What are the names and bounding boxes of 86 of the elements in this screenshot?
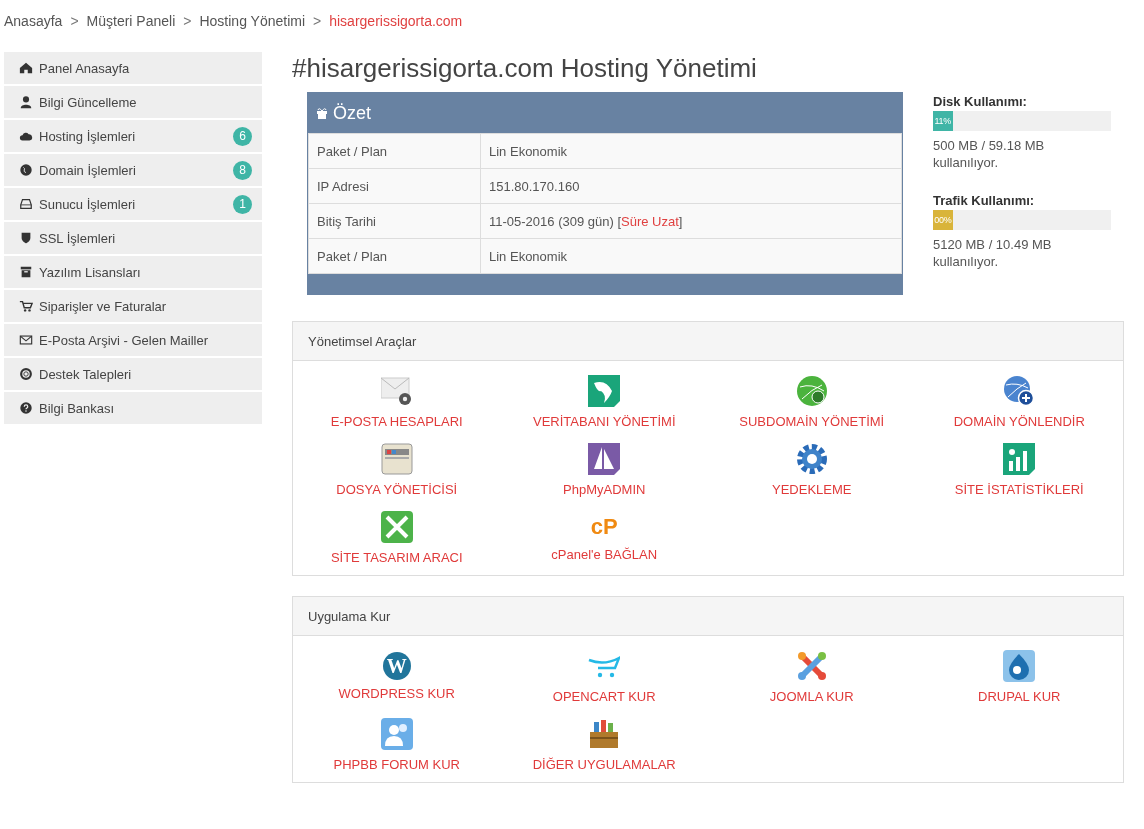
table-cell: IP Adresi bbox=[308, 168, 481, 204]
gift-icon bbox=[316, 107, 328, 119]
table-cell: 151.80.170.160 bbox=[480, 168, 902, 204]
table-cell: Paket / Plan bbox=[308, 133, 481, 169]
summary-title: Özet bbox=[333, 102, 371, 124]
count-badge: 8 bbox=[233, 160, 252, 180]
drive-icon bbox=[19, 197, 33, 211]
help-icon bbox=[19, 401, 33, 415]
cpanel-logo-icon[interactable]: cP bbox=[588, 511, 621, 543]
tool-link[interactable]: WORDPRESS KUR bbox=[338, 686, 455, 701]
sidebar-item-label: Panel Anasayfa bbox=[39, 60, 131, 76]
archive-icon bbox=[19, 265, 33, 279]
breadcrumb-link[interactable]: Hosting Yönetimi bbox=[199, 13, 306, 32]
tool-link[interactable]: DRUPAL KUR bbox=[978, 689, 1061, 704]
tool-link[interactable]: VERİTABANI YÖNETİMİ bbox=[532, 414, 676, 429]
file-cabinet-icon[interactable] bbox=[380, 443, 413, 478]
tool-link[interactable]: cPanel'e BAĞLAN bbox=[551, 547, 658, 562]
table-cell: Lin Ekonomik bbox=[480, 238, 902, 274]
tool-link[interactable]: PhpMyADMIN bbox=[563, 482, 646, 497]
sidebar-item[interactable]: Domain İşlemleri 8 bbox=[4, 154, 262, 186]
sidebar-item[interactable]: SSL İşlemleri bbox=[4, 222, 262, 254]
sidebar-item-label: Bilgi Bankası bbox=[39, 400, 116, 416]
sidebar-item-label: Yazılım Lisansları bbox=[39, 264, 142, 280]
count-badge: 6 bbox=[233, 126, 252, 146]
table-cell: Paket / Plan bbox=[308, 238, 481, 274]
breadcrumb-separator: > bbox=[70, 13, 79, 31]
breadcrumb-link[interactable]: Müşteri Paneli bbox=[86, 13, 176, 32]
sidebar-item-label: E-Posta Arşivi - Gelen Mailler bbox=[39, 332, 210, 348]
cart-icon bbox=[19, 299, 33, 313]
count-badge: 1 bbox=[233, 194, 252, 214]
tool-link[interactable]: SİTE İSTATİSTİKLERİ bbox=[954, 482, 1084, 497]
user-icon bbox=[19, 95, 33, 109]
extend-link[interactable]: Süre Uzat bbox=[621, 213, 679, 229]
table-cell: 11-05-2016 (309 gün) [Süre Uzat] bbox=[480, 203, 902, 239]
usage-detail: 500 MB / 59.18 MB kullanılıyor. bbox=[933, 137, 1046, 171]
sidebar-item[interactable]: Bilgi Güncelleme bbox=[4, 86, 262, 118]
tool-link[interactable]: PHPBB FORUM KUR bbox=[333, 757, 460, 772]
sidebar-item-label: Siparişler ve Faturalar bbox=[39, 298, 168, 314]
sidebar-item[interactable]: E-Posta Arşivi - Gelen Mailler bbox=[4, 324, 262, 356]
breadcrumb-link[interactable]: hisargerissigorta.com bbox=[329, 13, 463, 32]
lifebuoy-icon bbox=[19, 367, 33, 381]
tool-link[interactable]: JOOMLA KUR bbox=[769, 689, 854, 704]
breadcrumb-separator: > bbox=[313, 13, 322, 31]
tool-link[interactable]: DOMAİN YÖNLENDİR bbox=[953, 414, 1085, 429]
wordpress-logo-icon[interactable]: W bbox=[382, 650, 411, 682]
progress-fill: 00% bbox=[933, 210, 953, 230]
usage-title: Trafik Kullanımı: bbox=[933, 193, 1036, 208]
sidebar-item-label: Hosting İşlemleri bbox=[39, 128, 137, 144]
tool-link[interactable]: DOSYA YÖNETİCİSİ bbox=[336, 482, 458, 497]
sidebar-item-label: SSL İşlemleri bbox=[39, 230, 117, 246]
breadcrumb-separator: > bbox=[183, 13, 192, 31]
sidebar-item[interactable]: Siparişler ve Faturalar bbox=[4, 290, 262, 322]
sidebar-item[interactable]: Sunucu İşlemleri 1 bbox=[4, 188, 262, 220]
breadcrumb-link[interactable]: Anasayfa bbox=[4, 13, 63, 32]
sidebar-item-label: Sunucu İşlemleri bbox=[39, 196, 137, 212]
usage-detail: 5120 MB / 10.49 MB kullanılıyor. bbox=[933, 236, 1053, 270]
water-drop-icon[interactable] bbox=[1003, 650, 1036, 685]
table-cell: Lin Ekonomik bbox=[480, 133, 902, 169]
sidebar-item[interactable]: Yazılım Lisansları bbox=[4, 256, 262, 288]
pencil-ruler-icon[interactable] bbox=[380, 511, 413, 546]
dolphin-icon[interactable] bbox=[588, 375, 621, 410]
tool-link[interactable]: SUBDOMAİN YÖNETİMİ bbox=[739, 414, 885, 429]
sidebar-item-label: Domain İşlemleri bbox=[39, 162, 137, 178]
sidebar-item[interactable]: Destek Talepleri bbox=[4, 358, 262, 390]
table-cell: Bitiş Tarihi bbox=[308, 203, 481, 239]
sidebar-item[interactable]: Bilgi Bankası bbox=[4, 392, 262, 424]
tool-link[interactable]: OPENCART KUR bbox=[552, 689, 656, 704]
tool-link[interactable]: DİĞER UYGULAMALAR bbox=[532, 757, 676, 772]
shield-icon bbox=[19, 231, 33, 245]
tool-link[interactable]: E-POSTA HESAPLARI bbox=[330, 414, 463, 429]
sidebar-item-label: Bilgi Güncelleme bbox=[39, 94, 138, 110]
tool-link[interactable]: SİTE TASARIM ARACI bbox=[330, 550, 463, 565]
tool-link[interactable]: YEDEKLEME bbox=[772, 482, 852, 497]
globe-icon bbox=[19, 163, 33, 177]
panel-header: Uygulama Kur bbox=[293, 597, 1123, 636]
progress-fill: 11% bbox=[933, 111, 953, 131]
page-title: #hisargerissigorta.com Hosting Yönetimi bbox=[292, 52, 758, 84]
home-icon bbox=[19, 61, 33, 75]
sidebar-item[interactable]: Hosting İşlemleri 6 bbox=[4, 120, 262, 152]
panel-header: Yönetimsel Araçlar bbox=[293, 322, 1123, 361]
sidebar-item[interactable]: Panel Anasayfa bbox=[4, 52, 262, 84]
sailboat-icon[interactable] bbox=[588, 443, 621, 478]
sidebar-item-label: Destek Talepleri bbox=[39, 366, 133, 382]
mail-icon bbox=[19, 333, 33, 347]
bar-chart-icon[interactable] bbox=[1003, 443, 1036, 478]
usage-title: Disk Kullanımı: bbox=[933, 94, 1028, 109]
